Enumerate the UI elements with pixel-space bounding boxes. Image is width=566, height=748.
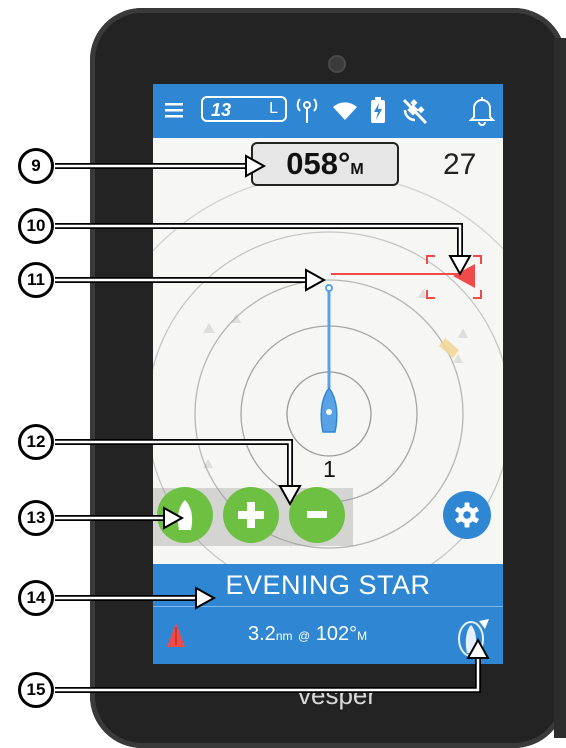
callout-10: 10 <box>18 208 54 244</box>
callout-15: 15 <box>18 672 54 708</box>
callout-13: 13 <box>18 500 54 536</box>
callout-12: 12 <box>18 424 54 460</box>
callout-11: 11 <box>18 262 54 298</box>
callout-arrows <box>55 154 490 693</box>
callout-9: 9 <box>18 148 54 184</box>
callout-14: 14 <box>18 580 54 616</box>
